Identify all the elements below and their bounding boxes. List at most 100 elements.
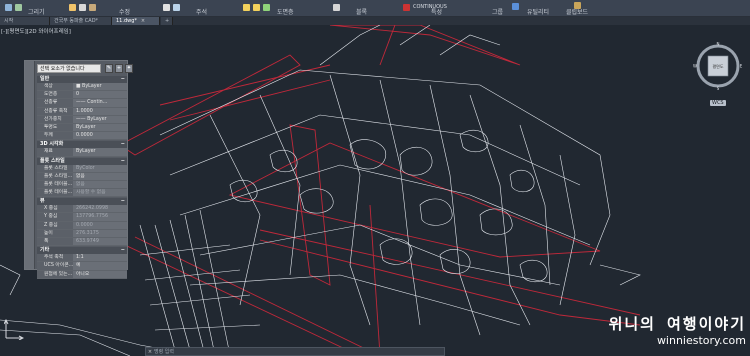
section-header[interactable]: 기타 −	[37, 247, 127, 255]
property-value[interactable]: 633.9749	[73, 238, 127, 246]
trim-icon[interactable]	[89, 3, 96, 11]
insert-icon[interactable]	[333, 3, 340, 11]
ribbon-group-properties[interactable]: 특성	[431, 7, 442, 16]
property-row[interactable]: 색상 ■ ByLayer	[37, 83, 127, 92]
property-row[interactable]: Z 중심 0.0000	[37, 221, 127, 230]
watermark-title: 위니의 여행이야기	[608, 315, 746, 333]
block-panel[interactable]	[330, 0, 343, 14]
copy-icon[interactable]	[79, 3, 86, 11]
viewport-controls-label[interactable]: [-][평면도][2D 와이어프레임]	[1, 27, 71, 35]
pickadd-toggle-button[interactable]: ✦	[125, 64, 133, 73]
property-value[interactable]: ByLayer	[73, 148, 127, 156]
property-row[interactable]: 재료 ByLayer	[37, 148, 127, 157]
viewcube[interactable]: 평면도 N S E W	[693, 41, 743, 92]
section-header[interactable]: 플롯 스타일 −	[37, 157, 127, 165]
property-row[interactable]: 플롯 테이블... 사용할 수 없음	[37, 189, 127, 198]
layer-on-icon[interactable]	[263, 3, 270, 11]
layer-icon[interactable]	[243, 3, 250, 11]
property-value[interactable]: —— ByLayer	[73, 115, 127, 123]
tab-start[interactable]: 시작	[0, 17, 50, 25]
ribbon-group-annotation[interactable]: 주석	[196, 7, 207, 16]
property-value[interactable]: 137796.7756	[73, 213, 127, 221]
collapse-icon[interactable]: −	[121, 158, 125, 165]
property-value[interactable]: 276.3175	[73, 229, 127, 237]
property-value[interactable]: 266242.0998	[73, 205, 127, 213]
property-row[interactable]: 폭 633.9749	[37, 238, 127, 247]
color-swatch-icon[interactable]	[403, 3, 410, 11]
ribbon-group-utilities[interactable]: 유틸리티	[527, 7, 549, 16]
selection-dropdown[interactable]: 선택 요소가 없습니다	[37, 64, 101, 73]
property-value[interactable]: 0	[73, 91, 127, 99]
command-line[interactable]: × 명령 입력	[145, 347, 445, 356]
layer-state-icon[interactable]	[253, 3, 260, 11]
wcs-menu[interactable]: WCS	[710, 100, 726, 106]
group-icon[interactable]	[512, 3, 519, 10]
close-icon[interactable]: ×	[141, 18, 145, 24]
ribbon-group-block[interactable]: 블록	[356, 7, 367, 16]
property-value[interactable]: 1.0000	[73, 107, 127, 115]
annotation-panel[interactable]	[160, 0, 183, 14]
property-row[interactable]: 플롯 스타일 ByColor	[37, 164, 127, 173]
compass-east[interactable]: E	[740, 64, 743, 69]
polyline-icon[interactable]	[15, 3, 22, 11]
palette-title-strip[interactable]	[25, 61, 35, 269]
select-objects-button[interactable]: ✎	[105, 64, 113, 73]
property-value[interactable]: —— Contin...	[73, 99, 127, 107]
property-value[interactable]: ■ ByLayer	[73, 83, 127, 91]
tab-file-1[interactable]: 건국부 동파출 CAD*	[50, 17, 112, 25]
property-row[interactable]: 투명도 ByLayer	[37, 123, 127, 133]
property-row[interactable]: 선가중치 —— ByLayer	[37, 115, 127, 124]
property-row[interactable]: 두께 0.0000	[37, 132, 127, 141]
section-header[interactable]: 일반 −	[37, 76, 127, 83]
ribbon-group-modify[interactable]: 수정	[119, 7, 130, 16]
ribbon-group-layer[interactable]: 도면층	[277, 7, 294, 16]
ribbon-group-group[interactable]: 그룹	[492, 7, 503, 16]
property-value[interactable]: 없음	[73, 180, 127, 189]
section-header[interactable]: 3D 시각화 −	[37, 141, 127, 149]
command-input[interactable]: 명령 입력	[154, 349, 174, 355]
property-row[interactable]: UCS 아이콘... 예	[37, 262, 127, 271]
collapse-icon[interactable]: −	[121, 247, 125, 254]
property-value[interactable]: 1:1	[73, 254, 127, 262]
move-icon[interactable]	[69, 3, 76, 11]
section-header[interactable]: 뷰 −	[37, 198, 127, 206]
close-icon[interactable]: ×	[146, 348, 154, 356]
dimension-icon[interactable]	[173, 3, 180, 11]
property-row[interactable]: 플롯 스타일... 없음	[37, 172, 127, 181]
compass-south[interactable]: S	[717, 86, 720, 91]
collapse-icon[interactable]: −	[121, 76, 125, 83]
modify-panel[interactable]	[66, 0, 99, 14]
property-row[interactable]: 주석 축척 1:1	[37, 254, 127, 263]
property-row[interactable]: 높이 276.3175	[37, 229, 127, 238]
ribbon-group-draw[interactable]: 그리기	[28, 7, 45, 16]
property-value[interactable]: ByColor	[73, 164, 127, 172]
property-value[interactable]: 0.0000	[73, 221, 127, 229]
property-row[interactable]: Y 중심 137796.7756	[37, 213, 127, 222]
property-row[interactable]: 선종류 —— Contin...	[37, 99, 127, 108]
paste-icon[interactable]	[574, 2, 581, 9]
property-row[interactable]: 도면층 0	[37, 91, 127, 100]
quick-select-button[interactable]: +	[115, 64, 123, 73]
properties-ribbon-panel[interactable]: CONTINUOUS	[400, 0, 450, 14]
property-value[interactable]: 예	[73, 262, 127, 270]
tab-file-2[interactable]: 11.dwg* ×	[112, 17, 160, 25]
property-row[interactable]: X 중심 266242.0998	[37, 205, 127, 214]
property-value[interactable]: 아니오	[73, 270, 127, 278]
layer-panel[interactable]	[240, 0, 273, 14]
draw-panel[interactable]	[2, 0, 25, 14]
compass-north[interactable]: N	[717, 42, 720, 47]
new-tab-button[interactable]: +	[161, 17, 173, 25]
property-row[interactable]: 플롯 테이블... 없음	[37, 180, 127, 190]
property-value[interactable]: ByLayer	[73, 123, 127, 132]
compass-west[interactable]: W	[693, 64, 697, 69]
property-row[interactable]: 선종류 축척 1.0000	[37, 107, 127, 116]
property-value[interactable]: 없음	[73, 172, 127, 180]
line-icon[interactable]	[5, 3, 12, 11]
property-row[interactable]: 원점에 있는... 아니오	[37, 270, 127, 279]
text-icon[interactable]	[163, 3, 170, 11]
collapse-icon[interactable]: −	[121, 141, 125, 148]
properties-palette[interactable]: 선택 요소가 없습니다 ✎ + ✦ 일반 − 색상 ■ ByLayer 도면층 0 선종류 —…	[24, 60, 133, 279]
property-value[interactable]: 사용할 수 없음	[73, 189, 127, 197]
collapse-icon[interactable]: −	[121, 198, 125, 205]
property-value[interactable]: 0.0000	[73, 132, 127, 140]
